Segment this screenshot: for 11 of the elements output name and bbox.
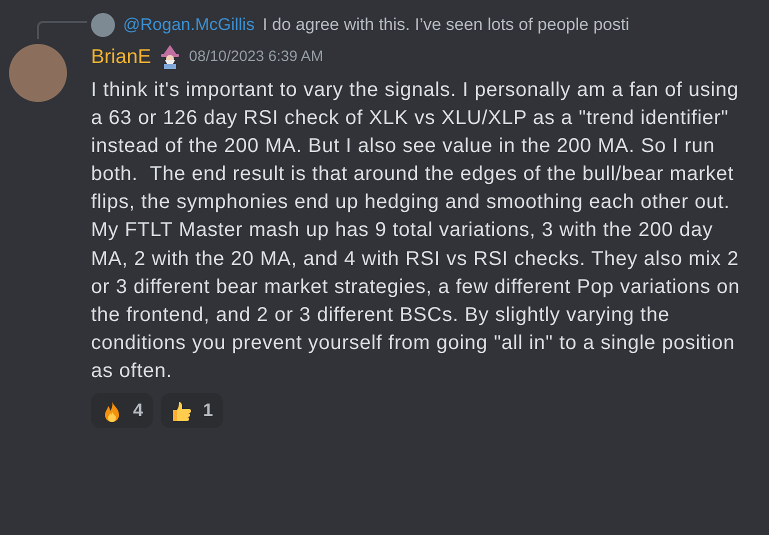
avatar[interactable] [91, 13, 115, 37]
wizard-icon [159, 45, 182, 69]
thumbs-up-icon [171, 400, 194, 422]
timestamp: 08/10/2023 6:39 AM [189, 46, 324, 67]
reaction-button[interactable]: 1 [161, 393, 224, 428]
author-name[interactable]: BrianE [91, 42, 152, 72]
reaction-button[interactable]: 4 [91, 393, 154, 428]
reply-snippet[interactable]: I do agree with this. I’ve seen lots of people posti [262, 12, 630, 38]
message-text: I think it's important to vary the signals. I personally am a fan of using a 63 or 126 day RSI check of XLK vs XLU/XLP as a "trend identifier" instead of the 200 MA. But I also see value in the 200 MA. So I run both. The end result is that around the edges of the bull/bear market flips, the symphonies end up hedging and smoothing each other out. My FTLT Master mash up has 9 total variations, 3 with the 200 day MA, 2 with the 20 MA, and 4 with RSI vs RSI checks. They also mix 2 or 3 different bear market strategies, a few different Pop variations on the frontend, and 2 or 3 different BSCs. By slightly varying the conditions you prevent yourself from going "all in" to a single position as often. [91, 78, 741, 384]
reply-connector [37, 21, 87, 39]
reply-author[interactable]: @Rogan.McGillis [123, 12, 255, 38]
